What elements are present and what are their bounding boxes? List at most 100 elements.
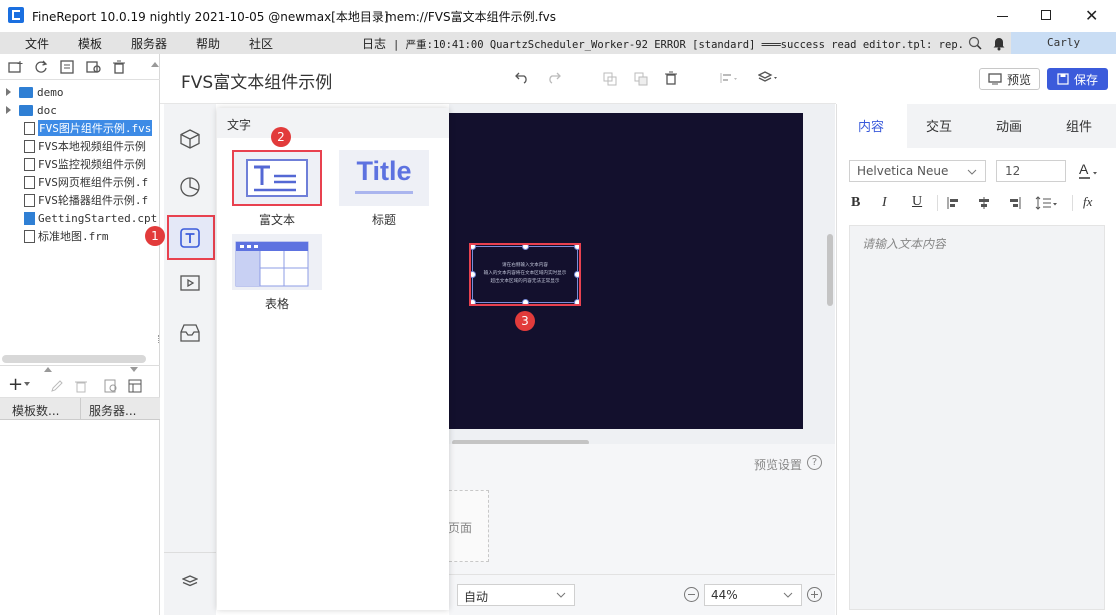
tree-file[interactable]: FVS轮播器组件示例.f bbox=[24, 191, 148, 209]
page-size-select[interactable]: 自动 bbox=[457, 584, 575, 606]
align-right-icon[interactable] bbox=[1007, 197, 1021, 209]
chart-pie-icon[interactable] bbox=[179, 176, 201, 198]
tab-animation[interactable]: 动画 bbox=[996, 116, 1022, 135]
delete-icon[interactable] bbox=[74, 379, 88, 393]
close-icon[interactable]: ✕ bbox=[1085, 6, 1098, 25]
tree-file-selected[interactable]: FVS图片组件示例.fvs bbox=[24, 119, 153, 137]
window-title: FineReport 10.0.19 nightly 2021-10-05 @n… bbox=[32, 10, 389, 24]
copy-icon[interactable] bbox=[603, 72, 617, 86]
collapse-icon[interactable] bbox=[151, 62, 159, 67]
delete-icon[interactable] bbox=[112, 60, 126, 74]
tree-file[interactable]: GettingStarted.cpt bbox=[24, 209, 157, 227]
expand-down-icon[interactable] bbox=[130, 367, 138, 372]
formula-icon[interactable]: fx bbox=[1083, 194, 1092, 210]
expand-up-icon[interactable] bbox=[44, 367, 52, 372]
zoom-out-icon[interactable] bbox=[684, 587, 699, 602]
menu-template[interactable]: 模板 bbox=[78, 35, 102, 52]
app-logo-icon bbox=[8, 7, 24, 23]
tree-file[interactable]: FVS网页框组件示例.f bbox=[24, 173, 148, 191]
tree-folder-demo[interactable]: demo bbox=[6, 83, 64, 101]
title-item[interactable]: Title bbox=[339, 150, 429, 206]
delete-icon[interactable] bbox=[664, 71, 678, 85]
underline-icon[interactable]: U bbox=[912, 194, 922, 210]
search-icon[interactable] bbox=[968, 36, 982, 50]
zoom-in-icon[interactable] bbox=[807, 587, 822, 602]
layers-icon[interactable] bbox=[182, 574, 198, 588]
inbox-icon[interactable] bbox=[179, 323, 201, 343]
align-center-icon[interactable] bbox=[977, 197, 991, 209]
tree-file[interactable]: FVS本地视频组件示例 bbox=[24, 137, 146, 155]
save-button[interactable]: 保存 bbox=[1047, 68, 1108, 90]
tab-component[interactable]: 组件 bbox=[1066, 116, 1092, 135]
table-label: 表格 bbox=[264, 297, 289, 311]
splitter-grip[interactable] bbox=[158, 335, 160, 343]
menu-bar: 文件 模板 服务器 帮助 社区 日志 | 严重:10:41:00 QuartzS… bbox=[0, 32, 1116, 54]
zoom-select[interactable]: 44% bbox=[704, 584, 802, 606]
highlight-box-2 bbox=[232, 150, 322, 206]
editor-header: FVS富文本组件示例 预览 保存 bbox=[160, 54, 1108, 104]
maximize-button[interactable] bbox=[1041, 10, 1051, 20]
minimize-button[interactable] bbox=[997, 16, 1008, 17]
font-family-value: Helvetica Neue bbox=[857, 164, 949, 178]
tab-interaction[interactable]: 交互 bbox=[926, 116, 952, 135]
page-size-value: 自动 bbox=[464, 590, 489, 604]
tab-template-data[interactable]: 模板数... bbox=[12, 402, 59, 419]
menu-community[interactable]: 社区 bbox=[249, 35, 273, 52]
video-icon[interactable] bbox=[179, 273, 201, 293]
preview-label: 预览 bbox=[1006, 72, 1031, 87]
tree-scrollbar[interactable] bbox=[2, 355, 146, 363]
monitor-icon bbox=[988, 73, 1002, 85]
dataset-icon[interactable] bbox=[128, 379, 142, 393]
refresh-icon[interactable] bbox=[34, 60, 48, 74]
tree-label: doc bbox=[37, 103, 57, 117]
preview-settings-link[interactable]: 预览设置 bbox=[754, 456, 802, 473]
font-size-input[interactable]: 12 bbox=[996, 160, 1066, 182]
paste-icon[interactable] bbox=[634, 72, 648, 86]
canvas-vertical-scrollbar[interactable] bbox=[827, 234, 833, 306]
menu-server[interactable]: 服务器 bbox=[131, 35, 167, 52]
settings-icon[interactable] bbox=[86, 60, 102, 74]
new-folder-icon[interactable] bbox=[8, 60, 24, 74]
help-icon[interactable]: ? bbox=[807, 455, 822, 470]
tree-file[interactable]: FVS监控视频组件示例 bbox=[24, 155, 146, 173]
tree-file[interactable]: 标准地图.frm bbox=[24, 227, 109, 245]
page-thumbnail[interactable]: 页面 bbox=[448, 490, 489, 562]
zoom-value: 44% bbox=[711, 588, 738, 602]
preview-button[interactable]: 预览 bbox=[979, 68, 1040, 90]
table-item[interactable] bbox=[232, 234, 322, 290]
popup-title: 文字 bbox=[227, 118, 252, 132]
tab-server-data[interactable]: 服务器... bbox=[89, 402, 136, 419]
line-height-icon[interactable] bbox=[1035, 196, 1059, 210]
preview-data-icon[interactable] bbox=[104, 379, 118, 393]
table-thumb-icon bbox=[235, 241, 319, 287]
edit-icon[interactable] bbox=[50, 379, 64, 393]
menu-file[interactable]: 文件 bbox=[25, 35, 49, 52]
popup-header: 文字 bbox=[217, 108, 449, 138]
step-badge-1: 1 bbox=[145, 226, 165, 246]
rich-text-content-input[interactable]: 请输入文本内容 bbox=[849, 225, 1105, 610]
user-area[interactable]: Carly bbox=[1011, 32, 1116, 54]
divider bbox=[0, 365, 160, 366]
bold-icon[interactable]: B bbox=[851, 195, 860, 211]
tab-content[interactable]: 内容 bbox=[858, 116, 884, 135]
datasource-toolbar: + bbox=[0, 374, 160, 398]
chevron-down-icon bbox=[556, 591, 566, 599]
font-family-select[interactable]: Helvetica Neue bbox=[849, 160, 986, 182]
template-info-icon[interactable] bbox=[60, 60, 74, 74]
layer-icon[interactable] bbox=[758, 70, 780, 84]
menu-help[interactable]: 帮助 bbox=[196, 35, 220, 52]
chevron-down-icon[interactable] bbox=[24, 382, 30, 386]
bell-icon[interactable] bbox=[992, 35, 1006, 51]
align-left-icon[interactable] bbox=[947, 197, 961, 209]
cube-icon[interactable] bbox=[179, 128, 201, 150]
align-icon[interactable] bbox=[720, 72, 740, 84]
undo-icon[interactable] bbox=[515, 72, 529, 84]
font-color-icon[interactable]: A bbox=[1078, 160, 1102, 182]
italic-icon[interactable]: I bbox=[882, 195, 887, 211]
tree-folder-doc[interactable]: doc bbox=[6, 101, 57, 119]
bottom-tabs: 模板数... 服务器... bbox=[0, 398, 160, 420]
redo-icon[interactable] bbox=[547, 72, 561, 84]
log-label[interactable]: 日志 bbox=[362, 35, 386, 52]
tree-label: FVS监控视频组件示例 bbox=[38, 158, 146, 171]
add-icon[interactable]: + bbox=[8, 374, 23, 395]
